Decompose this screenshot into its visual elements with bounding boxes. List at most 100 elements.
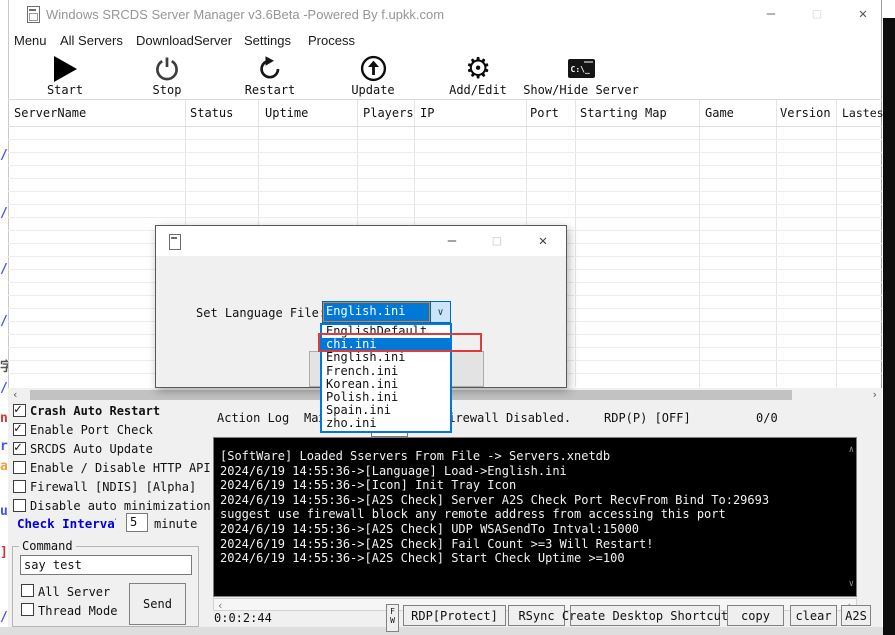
language-combobox[interactable]: English.ini: [322, 301, 451, 323]
gear-icon: ⚙: [465, 51, 491, 85]
chevron-down-icon[interactable]: [430, 302, 450, 322]
status-counter: 0/0: [756, 411, 778, 425]
rdp-status: RDP(P) [OFF]: [604, 411, 691, 425]
copy-button[interactable]: copy: [727, 605, 784, 626]
checkbox-label: Enable / Disable HTTP API: [30, 461, 211, 475]
window-title: Windows SRCDS Server Manager v3.6Beta -P…: [46, 7, 445, 22]
add-edit-button[interactable]: ⚙ Add/Edit: [420, 54, 536, 98]
fw-button[interactable]: F W: [386, 604, 399, 632]
divider: [8, 99, 882, 100]
set-language-label: Set Language File:: [196, 306, 327, 320]
background-fragment: /p: [0, 381, 8, 396]
rsync-button[interactable]: RSync: [508, 605, 565, 626]
start-button[interactable]: Start: [7, 54, 123, 98]
firewall-status: Firewall Disabled.: [441, 411, 572, 425]
close-button[interactable]: ✕: [850, 3, 876, 25]
scroll-left-icon[interactable]: ‹: [12, 388, 19, 402]
checkbox-crash-auto-restart[interactable]: [13, 402, 26, 417]
checkbox-label: SRCDS Auto Update: [30, 442, 153, 456]
background-fragment: u: [0, 504, 8, 519]
menu-item-settings[interactable]: Settings: [244, 33, 291, 48]
a2s-button[interactable]: A2S: [841, 605, 871, 626]
checkbox-disable-auto-minimization[interactable]: [13, 499, 26, 512]
dropdown-option-english-ini[interactable]: English.ini: [322, 351, 450, 364]
checkbox-label: Enable Port Check: [30, 423, 153, 437]
menu-item-downloadserver[interactable]: DownloadServer: [136, 33, 232, 48]
fw-top: F: [390, 607, 395, 616]
power-icon: [154, 54, 180, 83]
toolbar-label: Stop: [152, 83, 182, 97]
check-interval-label: Check Interval: [17, 516, 116, 531]
checkbox-label: Firewall [NDIS] [Alpha]: [30, 480, 197, 494]
column-header-lastest[interactable]: Lastest: [842, 106, 890, 120]
clear-button[interactable]: clear: [790, 605, 837, 626]
maximize-button[interactable]: □: [804, 3, 830, 25]
checkbox-label: Thread Mode: [38, 604, 118, 618]
update-icon: [360, 54, 387, 83]
play-icon: [53, 54, 77, 83]
column-header-ip[interactable]: IP: [420, 106, 434, 120]
dialog-maximize-button[interactable]: □: [485, 230, 509, 252]
stop-button[interactable]: Stop: [109, 54, 225, 98]
checkbox-enable-port-check[interactable]: [13, 421, 26, 436]
highlight-rectangle: [318, 333, 482, 352]
toolbar-label: Add/Edit: [449, 83, 507, 97]
background-fragment: nr: [0, 411, 8, 426]
toolbar-label: Restart: [244, 83, 296, 97]
rdp-protect-button[interactable]: RDP[Protect]: [403, 605, 506, 626]
column-header-version[interactable]: Version: [780, 106, 831, 120]
dialog-minimize-button[interactable]: —: [440, 230, 464, 252]
menu-item-menu[interactable]: Menu: [14, 33, 47, 48]
restart-icon: [258, 54, 283, 83]
column-header-port[interactable]: Port: [530, 106, 559, 120]
dropdown-option-polish-ini[interactable]: Polish.ini: [322, 391, 450, 404]
background-fragment: ]: [0, 545, 8, 560]
dropdown-option-zho-ini[interactable]: zho.ini: [322, 417, 450, 430]
column-header-uptime[interactable]: Uptime: [265, 106, 308, 120]
action-log-label: Action Log: [217, 411, 290, 425]
scroll-down-icon[interactable]: ∨: [849, 579, 854, 589]
create-desktop-shortcut-button[interactable]: Create Desktop Shortcut: [562, 605, 728, 626]
uptime-timer: 0:0:2:44: [214, 611, 272, 625]
checkbox-firewall-ndis[interactable]: [13, 480, 26, 493]
checkbox-srcds-auto-update[interactable]: [13, 440, 26, 455]
dropdown-option-french-ini[interactable]: French.ini: [322, 365, 450, 378]
command-input[interactable]: say test: [20, 555, 192, 575]
checkbox-label: Disable auto minimization: [30, 499, 211, 513]
checkbox-all-server[interactable]: [21, 584, 34, 597]
background-fragment: al: [0, 459, 8, 474]
column-header-servername[interactable]: ServerName: [14, 106, 86, 120]
scroll-right-icon[interactable]: ›: [871, 388, 878, 402]
column-header-status[interactable]: Status: [190, 106, 233, 120]
toolbar-label: Update: [351, 83, 395, 97]
fw-bottom: W: [390, 616, 395, 625]
console-text: [SoftWare] Loaded Sservers From File -> …: [220, 449, 770, 566]
checkbox-http-api[interactable]: [13, 461, 26, 474]
column-header-players[interactable]: Players: [363, 106, 414, 120]
column-header-starting-map[interactable]: Starting Map: [580, 106, 667, 120]
background-fragment: r: [0, 439, 8, 454]
dropdown-option-spain-ini[interactable]: Spain.ini: [322, 404, 450, 417]
background-fragment: /p: [0, 206, 8, 221]
menu-item-all-servers[interactable]: All Servers: [60, 33, 123, 48]
dialog-close-button[interactable]: ✕: [531, 230, 555, 252]
minimize-button[interactable]: —: [758, 3, 784, 25]
toolbar-label: Show/Hide Server: [523, 83, 639, 97]
command-group-label: Command: [19, 539, 76, 553]
column-header-game[interactable]: Game: [705, 106, 734, 120]
app-icon: [27, 6, 40, 23]
scroll-up-icon[interactable]: ∧: [849, 445, 854, 455]
check-interval-input[interactable]: 5: [126, 513, 148, 532]
restart-button[interactable]: Restart: [212, 54, 328, 98]
dropdown-option-korean-ini[interactable]: Korean.ini: [322, 378, 450, 391]
menu-item-process[interactable]: Process: [308, 33, 355, 48]
show-hide-server-button[interactable]: C:\_ Show/Hide Server: [523, 54, 639, 98]
checkbox-label: Crash Auto Restart: [30, 404, 161, 418]
send-button[interactable]: Send: [129, 583, 186, 625]
check-interval-unit: minute: [154, 517, 198, 531]
checkbox-thread-mode[interactable]: [21, 603, 34, 616]
toolbar-label: Start: [46, 83, 84, 97]
dialog-icon: [169, 234, 181, 250]
update-button[interactable]: Update: [315, 54, 431, 98]
screen: /p /p /p /p 字 /p nr r al u ] /p Windows …: [0, 0, 895, 635]
